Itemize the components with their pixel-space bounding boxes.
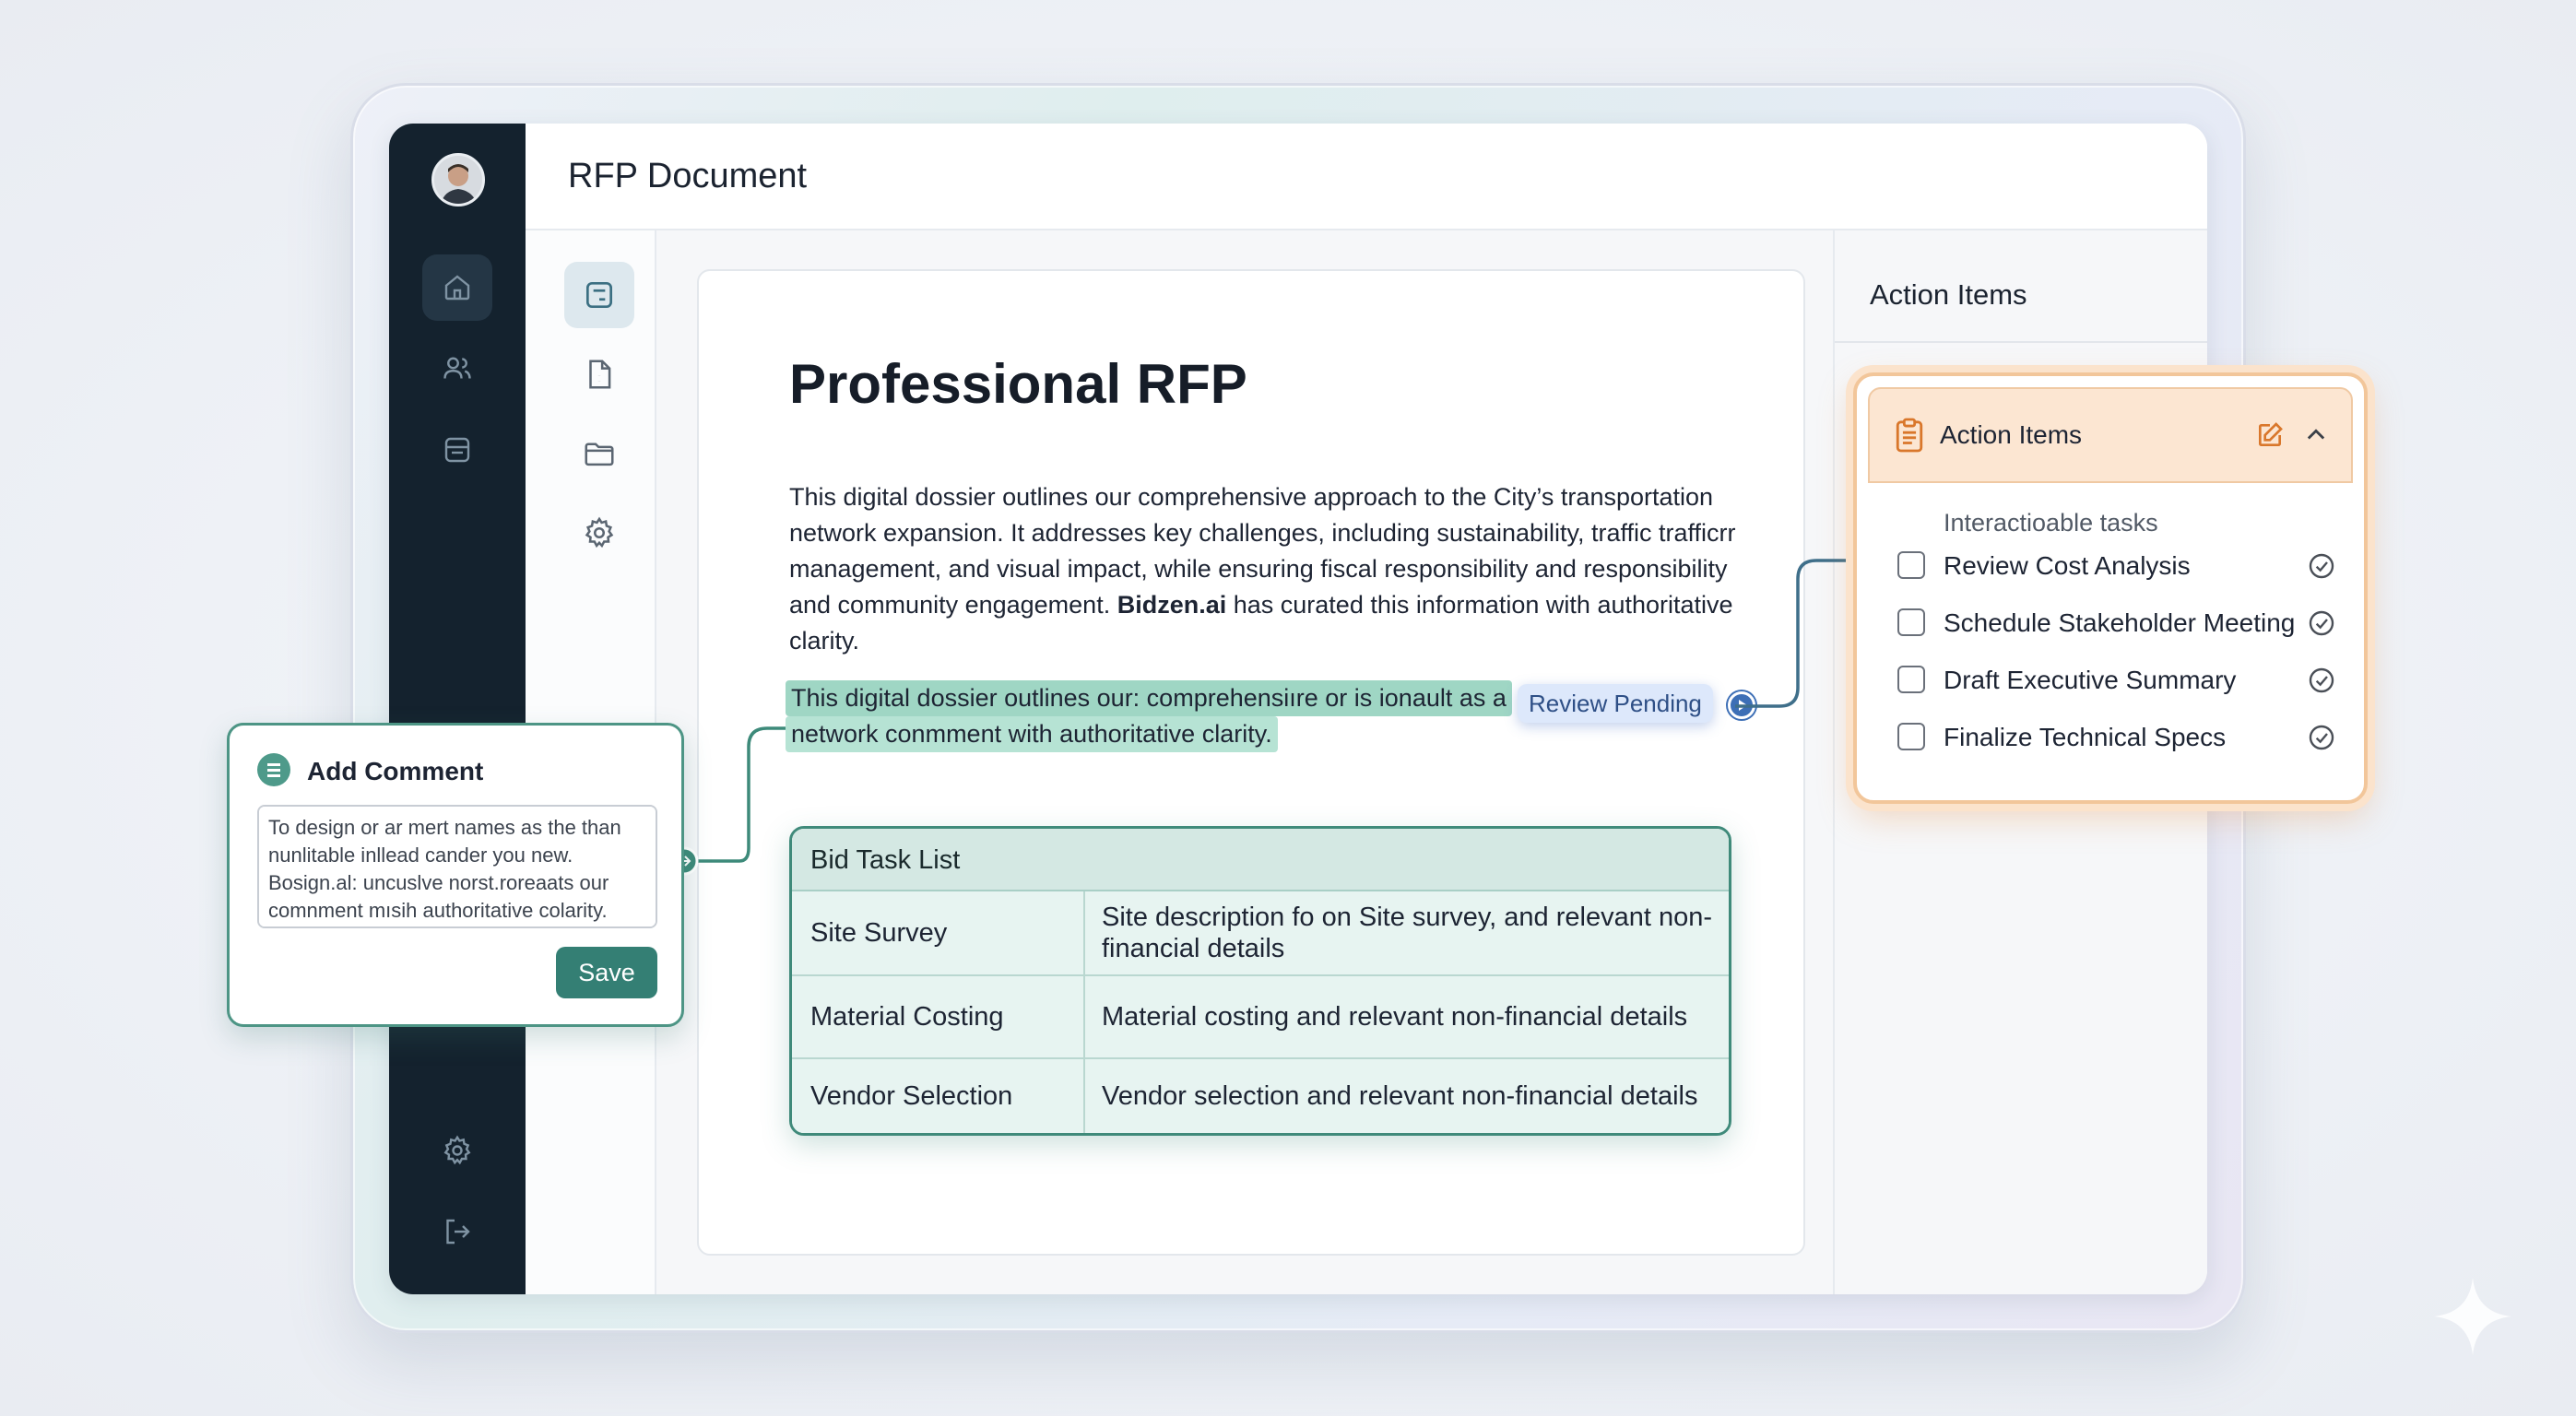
document-area: Professional RFP This digital dossier ou… [656,230,1833,1294]
icon-rail [389,124,526,1294]
task-checkbox[interactable] [1897,551,1925,579]
document-icon [589,360,611,389]
play-icon[interactable] [1728,691,1755,719]
table-title: Bid Task List [792,829,1729,891]
check-circle-icon[interactable] [2307,551,2336,581]
save-button[interactable]: Save [556,947,657,998]
highlight-line[interactable]: network conmment with authoritative clar… [786,716,1278,752]
document-page: Professional RFP This digital dossier ou… [697,269,1805,1256]
action-item[interactable]: Schedule Stakeholder Meeting [1897,603,2334,643]
table-row[interactable]: Vendor Selection Vendor selection and re… [792,1059,1729,1133]
action-item-label: Schedule Stakeholder Meeting [1944,608,2296,637]
avatar-icon [434,156,482,204]
sidebar-gear-button[interactable] [564,500,634,566]
task-name-cell: Site Survey [792,891,1085,974]
action-card-title: Action Items [1940,420,2083,449]
rail-logout-button[interactable] [422,1198,492,1265]
task-details-cell: Site description fo on Site survey, and … [1102,903,1713,963]
canvas-icon [585,281,613,309]
comment-card-title: Add Comment [307,757,484,785]
action-panel-title: Action Items [1870,278,2027,311]
sidebar-folder-button[interactable] [564,420,634,487]
divider [1835,341,2207,343]
brand-name: Bidzen.ai [1117,591,1227,619]
action-card-header[interactable]: Action Items [1868,387,2353,483]
gear-icon [585,516,614,549]
comment-icon [257,753,290,786]
rail-users-button[interactable] [422,336,492,402]
archive-icon [444,437,470,463]
settings-icon [443,1135,471,1165]
table-row[interactable]: Site Survey Site description fo on Site … [792,891,1729,976]
comment-textarea[interactable]: To design or ar mert names as the than n… [257,805,657,928]
clipboard-icon [1896,418,1923,453]
edit-icon[interactable] [2255,420,2285,450]
task-details-cell: Vendor selection and relevant non-financ… [1102,1081,1698,1111]
review-status-badge[interactable]: Review Pending [1518,684,1713,723]
avatar[interactable] [431,153,485,206]
add-comment-card: Add Comment To design or ar mert names a… [227,723,684,1027]
sidebar-document-button[interactable] [564,341,634,407]
action-item[interactable]: Draft Executive Summary [1897,660,2334,701]
sparkle-icon [2434,1278,2511,1355]
document-paragraph: This digital dossier outlines our compre… [789,479,1748,659]
task-name-cell: Vendor Selection [792,1059,1085,1133]
users-icon [443,357,471,379]
app-header: RFP Document [526,124,2207,230]
action-item-label: Finalize Technical Specs [1944,723,2227,751]
document-title: Professional RFP [789,353,1247,415]
action-item[interactable]: Review Cost Analysis [1897,546,2334,586]
task-name-cell: Material Costing [792,976,1085,1057]
logout-icon [446,1219,470,1245]
rail-home-button[interactable] [422,254,492,321]
task-checkbox[interactable] [1897,723,1925,750]
chevron-up-icon[interactable] [2303,422,2329,448]
page-title: RFP Document [568,157,808,195]
rail-archive-button[interactable] [422,417,492,483]
home-icon [444,275,470,301]
sidebar-canvas-button[interactable] [564,262,634,328]
highlight-line[interactable]: This digital dossier outlines our: compr… [786,680,1512,716]
check-circle-icon[interactable] [2307,666,2336,695]
highlighted-passage[interactable]: This digital dossier outlines our: compr… [786,680,1514,752]
table-row[interactable]: Material Costing Material costing and re… [792,976,1729,1059]
check-circle-icon[interactable] [2307,723,2336,752]
action-items-card: Action Items Interactioable tasks Review… [1853,372,2368,804]
check-circle-icon[interactable] [2307,608,2336,638]
action-item[interactable]: Finalize Technical Specs [1897,717,2334,758]
action-item-label: Draft Executive Summary [1944,666,2237,694]
action-card-subtitle: Interactioable tasks [1944,509,2158,537]
task-checkbox[interactable] [1897,666,1925,693]
rail-settings-button[interactable] [422,1117,492,1184]
task-details-cell: Material costing and relevant non-financ… [1102,1002,1688,1032]
folder-icon [585,442,614,466]
action-item-label: Review Cost Analysis [1944,551,2191,580]
task-checkbox[interactable] [1897,608,1925,636]
bid-task-table: Bid Task List Site Survey Site descripti… [789,826,1731,1136]
